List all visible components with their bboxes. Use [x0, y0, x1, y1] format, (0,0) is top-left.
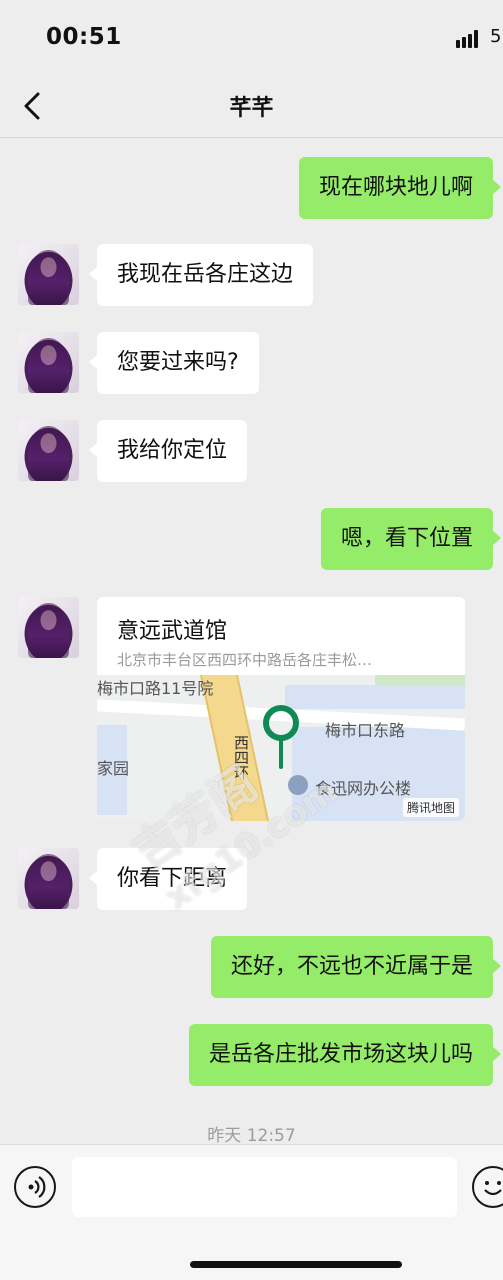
message-input[interactable] [72, 1157, 457, 1217]
avatar[interactable] [18, 420, 79, 481]
voice-button[interactable] [14, 1166, 56, 1208]
message-bubble-in[interactable]: 您要过来吗? [89, 332, 259, 394]
avatar[interactable] [18, 244, 79, 305]
map-label: 西四环 [232, 735, 250, 780]
building-icon [288, 775, 308, 795]
message-bubble-in[interactable]: 我给你定位 [88, 420, 248, 482]
message-bubble-out[interactable]: 还好，不远也不近属于是 [210, 936, 502, 998]
chat-area[interactable]: 现在哪块地儿啊 我现在岳各庄这边 您要过来吗? 我给你定位 嗯，看下位置 意远武… [0, 139, 503, 1144]
emoji-button[interactable] [472, 1166, 503, 1208]
location-name: 意远武道馆 [117, 619, 228, 644]
message-bubble-out[interactable]: 嗯，看下位置 [320, 508, 502, 570]
status-extra: 5 [490, 26, 502, 47]
location-map[interactable]: 梅市口路11号院 梅市口东路 西四环 家园 食迅网办公楼 腾讯地图 [97, 675, 465, 821]
signal-icon [456, 30, 484, 48]
chat-title: 芊芊 [229, 96, 274, 121]
avatar[interactable] [18, 597, 79, 658]
map-label: 梅市口东路 [325, 721, 406, 740]
voice-icon [28, 1176, 46, 1198]
map-block [285, 685, 465, 709]
message-bubble-in[interactable]: 我现在岳各庄这边 [88, 244, 314, 306]
message-timestamp: 昨天 12:57 [207, 1126, 296, 1144]
avatar[interactable] [18, 848, 79, 909]
location-card[interactable]: 意远武道馆 北京市丰台区西四环中路岳各庄丰松… 梅市口路11号院 梅市口东路 西… [97, 597, 465, 821]
map-label: 食迅网办公楼 [315, 779, 412, 798]
emoji-icon [484, 1181, 502, 1196]
location-address: 北京市丰台区西四环中路岳各庄丰松… [117, 651, 373, 669]
map-label: 梅市口路11号院 [97, 679, 214, 698]
status-time: 00:51 [46, 24, 122, 50]
nav-bar: 芊芊 [0, 72, 503, 138]
message-bubble-out[interactable]: 是岳各庄批发市场这块儿吗 [188, 1024, 502, 1086]
home-indicator [190, 1261, 402, 1268]
message-bubble-in[interactable]: 你看下距离 [88, 848, 248, 910]
map-brand-badge: 腾讯地图 [402, 798, 459, 817]
message-bubble-out[interactable]: 现在哪块地儿啊 [298, 157, 502, 219]
input-bar [0, 1144, 503, 1280]
map-label: 家园 [97, 759, 130, 778]
avatar[interactable] [18, 332, 79, 393]
location-pin-icon [263, 705, 299, 769]
status-bar: 00:51 5 [0, 0, 503, 72]
